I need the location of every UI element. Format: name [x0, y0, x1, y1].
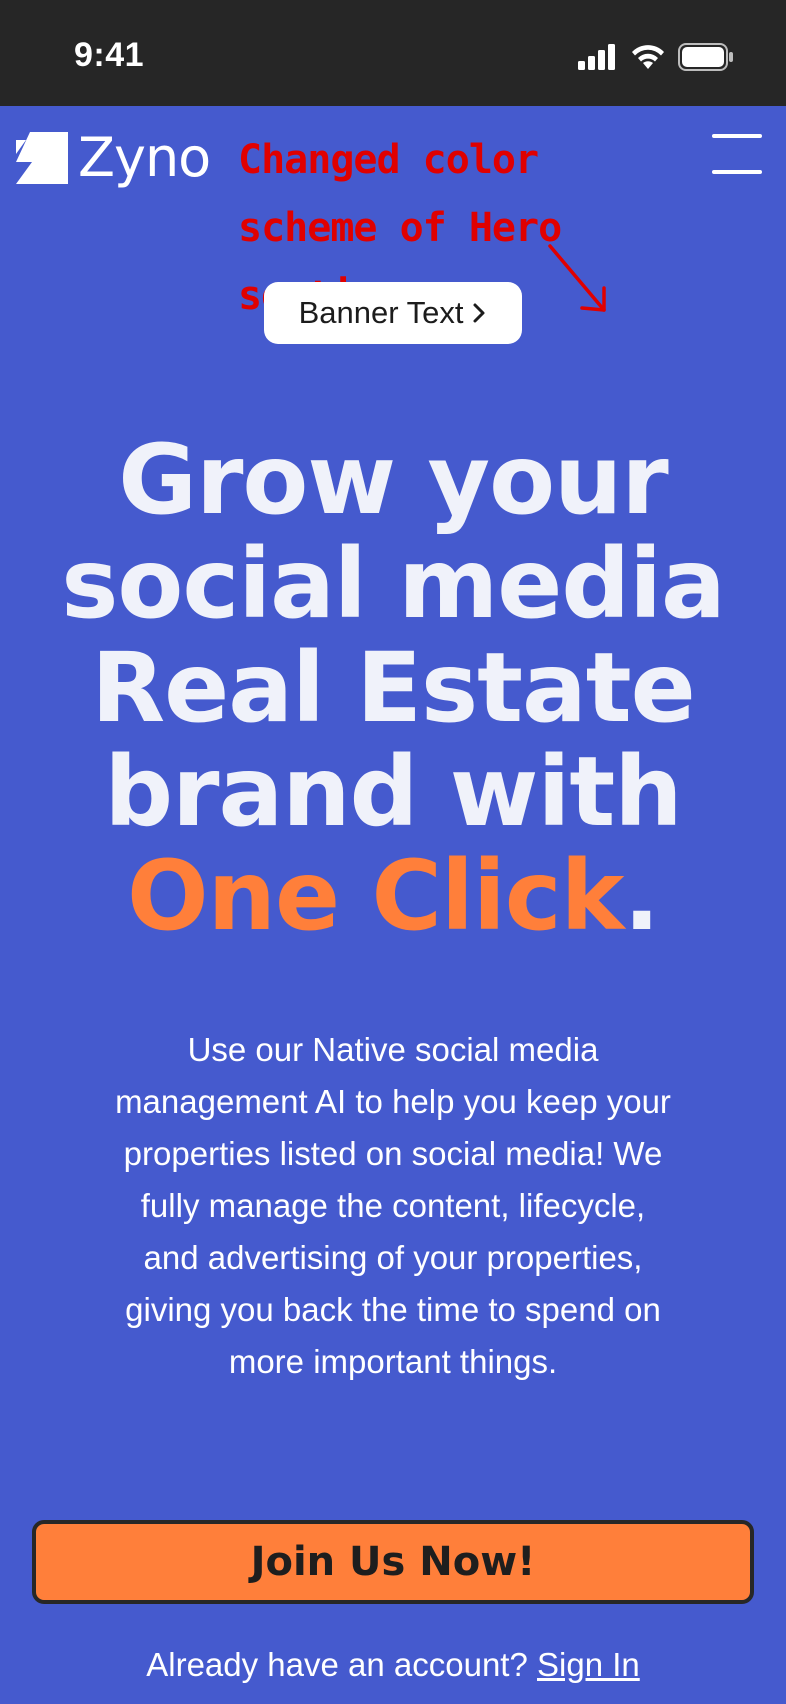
status-time: 9:41: [74, 36, 145, 74]
headline-end: .: [623, 840, 660, 952]
menu-button[interactable]: [712, 134, 762, 174]
wifi-icon: [632, 45, 664, 69]
cellular-signal-icon: [578, 44, 615, 70]
hero-headline: Grow your social media Real Estate brand…: [20, 428, 766, 948]
banner-button[interactable]: Banner Text: [264, 282, 522, 344]
headline-main: Grow your social media Real Estate brand…: [61, 424, 726, 848]
status-bar: 9:41: [0, 0, 786, 106]
signin-prompt: Already have an account?: [146, 1646, 537, 1683]
logo-text: Zyno: [78, 126, 211, 189]
status-icons: [578, 42, 734, 72]
battery-icon: [678, 43, 733, 71]
hero-section: Zyno Changed color scheme of Hero sectio…: [0, 106, 786, 1704]
banner-label: Banner Text: [298, 295, 464, 330]
signin-link[interactable]: Sign In: [537, 1646, 640, 1683]
logo[interactable]: Zyno: [16, 126, 211, 189]
signin-row: Already have an account? Sign In: [0, 1646, 786, 1684]
headline-accent: One Click: [127, 840, 624, 952]
hero-description: Use our Native social media management A…: [115, 1031, 671, 1380]
hamburger-menu-icon: [712, 134, 762, 138]
hamburger-menu-icon-line: [712, 170, 762, 174]
annotation-arrow-icon: [548, 244, 606, 312]
chevron-right-icon: [473, 303, 485, 323]
join-now-button[interactable]: Join Us Now!: [32, 1520, 754, 1604]
zyno-logo-icon: [16, 131, 68, 184]
